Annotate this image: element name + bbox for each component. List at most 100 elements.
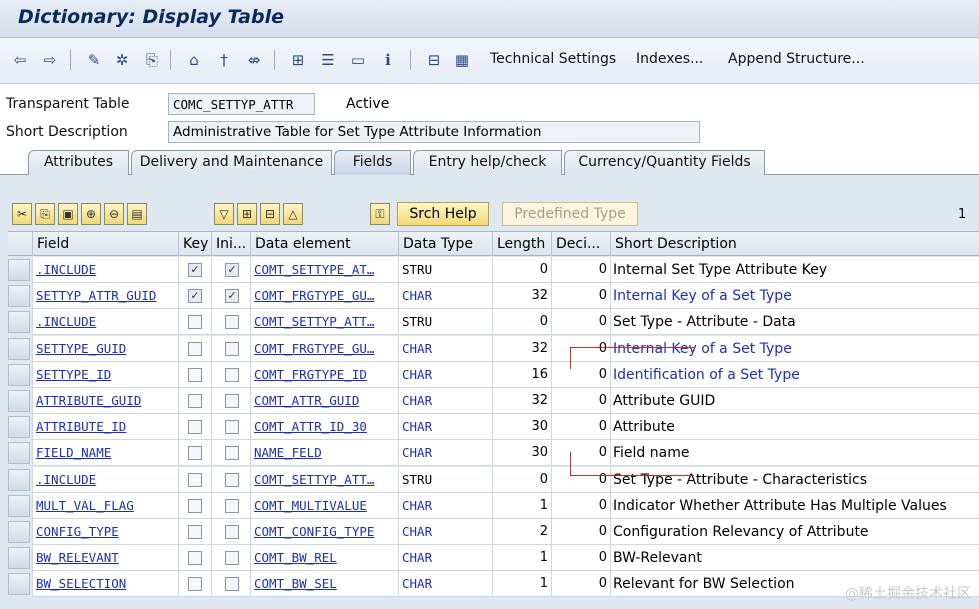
- column-short-description[interactable]: Short Description: [610, 232, 979, 256]
- table-grid-icon[interactable]: ▦: [452, 50, 472, 70]
- initial-checkbox[interactable]: [225, 394, 239, 408]
- initial-checkbox[interactable]: [225, 577, 239, 592]
- predefined-type-button[interactable]: Predefined Type: [502, 202, 638, 226]
- column-field[interactable]: Field: [32, 232, 178, 256]
- structure-icon[interactable]: ⊟: [424, 50, 444, 70]
- where-used-icon[interactable]: ⌂: [184, 50, 204, 70]
- navigation-icon[interactable]: ⇎: [244, 50, 264, 70]
- row-selector[interactable]: [8, 390, 30, 412]
- row-selector[interactable]: [8, 311, 30, 334]
- tab-currency-quantity-fields[interactable]: Currency/Quantity Fields: [564, 150, 765, 175]
- column-initial[interactable]: Ini...: [211, 232, 250, 256]
- table-row[interactable]: ATTRIBUTE_ID COMT_ATTR_ID_30 CHAR 30 0 Attrib…: [8, 414, 979, 441]
- row-selector[interactable]: [8, 416, 30, 439]
- data-element-link[interactable]: COMT_SETTYP_ATT…: [254, 472, 374, 487]
- table-name-field[interactable]: COMC_SETTYP_ATTR: [168, 93, 315, 115]
- column-data-element[interactable]: Data element: [250, 232, 398, 256]
- column-decimals[interactable]: Deci...: [551, 232, 610, 256]
- row-selector[interactable]: [8, 363, 30, 386]
- append-structure-button[interactable]: Append Structure...: [728, 51, 865, 67]
- hierarchy-icon[interactable]: ⊞: [288, 50, 308, 70]
- activate-icon[interactable]: ✲: [112, 50, 132, 70]
- row-selector[interactable]: [8, 521, 30, 543]
- table-row[interactable]: MULT_VAL_FLAG COMT_MULTIVALUE CHAR 1 0 Indica…: [8, 492, 979, 519]
- data-element-link[interactable]: COMT_BW_SEL: [254, 576, 337, 591]
- key-checkbox[interactable]: [188, 315, 202, 330]
- data-element-link[interactable]: COMT_MULTIVALUE: [254, 498, 367, 513]
- list-icon[interactable]: ☰: [318, 50, 338, 70]
- table-row[interactable]: .INCLUDE COMT_SETTYP_ATT… STRU 0 0 Set Type -…: [8, 466, 979, 493]
- table-row[interactable]: ATTRIBUTE_GUID COMT_ATTR_GUID CHAR 32 0 Attri…: [8, 388, 979, 414]
- sort-icon[interactable]: △: [283, 203, 303, 225]
- field-name-link[interactable]: BW_RELEVANT: [36, 550, 119, 565]
- field-name-link[interactable]: ATTRIBUTE_ID: [36, 419, 126, 434]
- field-name-link[interactable]: .INCLUDE: [36, 472, 96, 487]
- copy-icon[interactable]: ⎘: [35, 203, 55, 225]
- key-checkbox[interactable]: [188, 446, 202, 461]
- initial-checkbox[interactable]: ✓: [225, 263, 239, 277]
- paste-icon[interactable]: ▣: [58, 203, 78, 225]
- select-all-column[interactable]: [8, 232, 32, 256]
- display-change-icon[interactable]: ✎: [84, 50, 104, 70]
- data-element-link[interactable]: COMT_ATTR_GUID: [254, 393, 359, 408]
- column-length[interactable]: Length: [492, 232, 551, 256]
- tab-entry-help-check[interactable]: Entry help/check: [413, 150, 562, 175]
- insert-row-icon[interactable]: ⊕: [81, 203, 101, 225]
- table-row[interactable]: SETTYPE_ID COMT_FRGTYPE_ID CHAR 16 0 Identifi…: [8, 361, 979, 388]
- field-name-link[interactable]: SETTYP_ATTR_GUID: [36, 288, 156, 303]
- table-row[interactable]: BW_RELEVANT COMT_BW_REL CHAR 1 0 BW-Relevant: [8, 545, 979, 572]
- row-selector[interactable]: [8, 259, 30, 281]
- key-checkbox[interactable]: ✓: [188, 263, 202, 277]
- row-selector[interactable]: [8, 468, 30, 491]
- row-selector[interactable]: [8, 337, 30, 360]
- key-checkbox[interactable]: [188, 498, 202, 513]
- data-element-link[interactable]: COMT_ATTR_ID_30: [254, 419, 367, 434]
- field-name-link[interactable]: SETTYPE_ID: [36, 367, 111, 382]
- field-name-link[interactable]: .INCLUDE: [36, 314, 96, 329]
- field-name-link[interactable]: CONFIG_TYPE: [36, 524, 119, 539]
- initial-checkbox[interactable]: [225, 472, 239, 487]
- short-description-field[interactable]: Administrative Table for Set Type Attrib…: [168, 121, 700, 143]
- tab-delivery-maintenance[interactable]: Delivery and Maintenance: [131, 150, 332, 175]
- data-element-link[interactable]: COMT_CONFIG_TYPE: [254, 524, 374, 539]
- data-element-link[interactable]: COMT_BW_REL: [254, 550, 337, 565]
- field-name-link[interactable]: BW_SELECTION: [36, 576, 126, 591]
- table-row[interactable]: SETTYP_ATTR_GUID ✓ ✓ COMT_FRGTYPE_GU… CHAR 32…: [8, 283, 979, 310]
- row-selector[interactable]: [8, 494, 30, 517]
- key-checkbox[interactable]: ✓: [188, 289, 202, 304]
- initial-checkbox[interactable]: [225, 341, 239, 356]
- field-name-link[interactable]: .INCLUDE: [36, 262, 96, 277]
- tab-attributes[interactable]: Attributes: [28, 150, 129, 175]
- initial-checkbox[interactable]: ✓: [225, 289, 239, 304]
- horizontal-scrollbar[interactable]: [180, 598, 400, 609]
- field-name-link[interactable]: SETTYPE_GUID: [36, 341, 126, 356]
- technical-settings-button[interactable]: Technical Settings: [490, 51, 616, 67]
- initial-checkbox[interactable]: [225, 315, 239, 330]
- initial-checkbox[interactable]: [225, 367, 239, 382]
- initial-checkbox[interactable]: [225, 420, 239, 435]
- select-all-icon[interactable]: ⊞: [237, 203, 257, 225]
- delete-row-icon[interactable]: ⊖: [104, 203, 124, 225]
- key-checkbox[interactable]: [188, 394, 202, 408]
- row-selector[interactable]: [8, 547, 30, 570]
- table-row[interactable]: CONFIG_TYPE COMT_CONFIG_TYPE CHAR 2 0 Configu…: [8, 519, 979, 545]
- column-key[interactable]: Key: [178, 232, 211, 256]
- cut-icon[interactable]: ✂: [12, 203, 32, 225]
- indexes-button[interactable]: Indexes...: [636, 51, 703, 67]
- initial-checkbox[interactable]: [225, 525, 239, 539]
- data-element-link[interactable]: COMT_FRGTYPE_GU…: [254, 288, 374, 303]
- key-checkbox[interactable]: [188, 472, 202, 487]
- key-checkbox[interactable]: [188, 525, 202, 539]
- table-row[interactable]: BW_SELECTION COMT_BW_SEL CHAR 1 0 Relevant fo…: [8, 571, 979, 598]
- initial-checkbox[interactable]: [225, 498, 239, 513]
- table-row[interactable]: FIELD_NAME NAME_FELD CHAR 30 0 Field name: [8, 440, 979, 467]
- table-row[interactable]: .INCLUDE ✓ ✓ COMT_SETTYPE_AT… STRU 0 0 Internal…: [8, 257, 979, 283]
- data-element-link[interactable]: COMT_SETTYPE_AT…: [254, 262, 374, 277]
- key-icon[interactable]: ⚿: [370, 203, 390, 225]
- data-element-link[interactable]: COMT_FRGTYPE_GU…: [254, 341, 374, 356]
- field-name-link[interactable]: MULT_VAL_FLAG: [36, 498, 134, 513]
- move-row-icon[interactable]: ▤: [127, 203, 147, 225]
- key-checkbox[interactable]: [188, 341, 202, 356]
- initial-checkbox[interactable]: [225, 446, 239, 461]
- row-selector[interactable]: [8, 442, 30, 465]
